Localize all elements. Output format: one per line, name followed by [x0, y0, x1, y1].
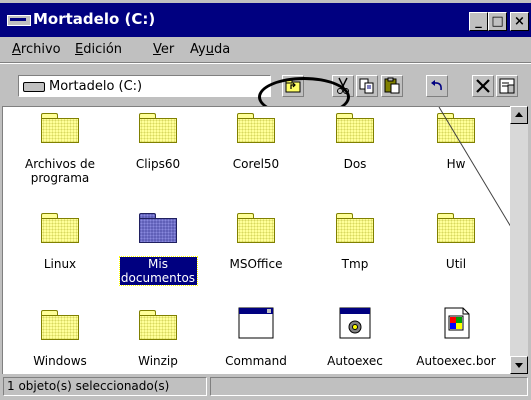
- hard-drive-icon: [23, 82, 45, 92]
- menu-archivo[interactable]: Archivo: [12, 42, 61, 57]
- status-text: 1 objeto(s) seleccionado(s): [3, 377, 207, 396]
- file-list-pane[interactable]: Archivos de programa Clips60 Corel50 Dos…: [2, 106, 511, 375]
- close-button[interactable]: ×: [510, 12, 529, 31]
- scroll-down-button[interactable]: [510, 356, 528, 374]
- properties-button[interactable]: [496, 75, 518, 97]
- arrow-up-icon: [515, 112, 523, 117]
- minimize-icon: _: [475, 14, 482, 29]
- title-bar[interactable]: Mortadelo (C:) _ □ ×: [0, 3, 531, 37]
- undo-button[interactable]: [426, 75, 448, 97]
- minimize-button[interactable]: _: [469, 12, 488, 31]
- menu-edicion[interactable]: Edición: [75, 42, 122, 57]
- delete-button[interactable]: [472, 75, 494, 97]
- delete-icon: [476, 79, 490, 93]
- address-combo[interactable]: Mortadelo (C:): [18, 75, 271, 97]
- maximize-button[interactable]: □: [488, 12, 507, 31]
- annotation-leader-line: [438, 107, 511, 228]
- status-panel-empty: [210, 377, 528, 396]
- vertical-scrollbar[interactable]: [510, 106, 528, 374]
- maximize-icon: □: [491, 14, 504, 29]
- menu-bar: Archivo Edición Ver Ayuda: [0, 38, 531, 62]
- paste-button[interactable]: [381, 75, 403, 97]
- drive-icon: [7, 15, 31, 26]
- properties-icon: [499, 78, 515, 94]
- window-title: Mortadelo (C:): [33, 10, 156, 28]
- arrow-down-icon: [515, 363, 523, 368]
- menu-ver[interactable]: Ver: [153, 42, 174, 57]
- explorer-window: Mortadelo (C:) _ □ × Archivo Edición Ver…: [0, 0, 531, 400]
- status-bar: 1 objeto(s) seleccionado(s): [0, 374, 531, 400]
- close-icon: ×: [514, 14, 525, 29]
- address-value: Mortadelo (C:): [49, 79, 143, 94]
- undo-icon: [431, 80, 442, 91]
- paste-icon: [384, 77, 400, 94]
- menu-ayuda[interactable]: Ayuda: [190, 42, 230, 57]
- copy-button[interactable]: [356, 75, 378, 97]
- copy-icon: [359, 78, 374, 94]
- scroll-up-button[interactable]: [510, 106, 528, 124]
